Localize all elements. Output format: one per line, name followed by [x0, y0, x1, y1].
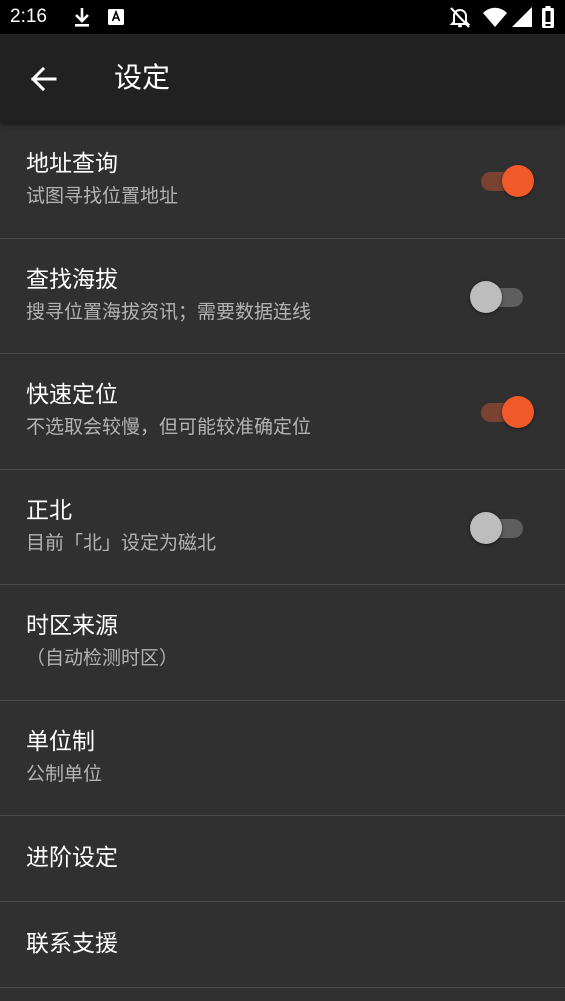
toggle-thumb [502, 396, 534, 428]
setting-unit-system[interactable]: 单位制 公制单位 [0, 701, 565, 816]
setting-timezone-source[interactable]: 时区来源 （自动检测时区） [0, 585, 565, 701]
setting-summary: 不选取会较慢，但可能较准确定位 [26, 416, 312, 438]
battery-icon [542, 6, 554, 28]
true-north-toggle[interactable] [470, 510, 536, 546]
setting-summary: 搜寻位置海拔资讯；需要数据连线 [26, 300, 312, 323]
setting-title: 进阶设定 [26, 845, 118, 871]
setting-summary: 公制单位 [26, 762, 103, 785]
setting-true-north[interactable]: 正北 目前「北」设定为磁北 [0, 470, 565, 585]
setting-title: 单位制 [26, 728, 95, 755]
setting-summary: （自动检测时区） [26, 647, 179, 669]
toggle-thumb [470, 511, 502, 544]
setting-contact-support[interactable]: 联系支援 [0, 902, 565, 988]
setting-title: 地址查询 [26, 151, 118, 177]
setting-summary: 试图寻找位置地址 [26, 185, 179, 207]
wifi-icon [483, 7, 507, 27]
setting-title: 联系支援 [26, 931, 118, 957]
setting-find-altitude[interactable]: 查找海拔 搜寻位置海拔资讯；需要数据连线 [0, 239, 565, 354]
app-notification-icon [108, 9, 124, 25]
toggle-thumb [502, 165, 534, 197]
signal-icon [512, 7, 532, 27]
address-lookup-toggle[interactable] [470, 163, 536, 199]
fast-location-toggle[interactable] [470, 394, 536, 430]
arrow-back-icon [30, 66, 57, 92]
setting-title: 快速定位 [26, 382, 118, 408]
back-button[interactable] [20, 56, 66, 102]
setting-address-lookup[interactable]: 地址查询 试图寻找位置地址 [0, 123, 565, 239]
status-time: 2:16 [10, 6, 47, 27]
setting-title: 查找海拔 [26, 266, 118, 293]
setting-advanced[interactable]: 进阶设定 [0, 816, 565, 902]
page-title: 设定 [114, 61, 171, 94]
status-bar: 2:16 [0, 0, 565, 34]
setting-title: 正北 [26, 497, 72, 524]
settings-screen: 2:16 设定 地址查询 试图寻找位置地址 查找海拔 搜寻位置海拔资讯；需要数据… [0, 0, 565, 1001]
app-bar: 设定 [0, 34, 565, 123]
download-icon [75, 8, 89, 27]
setting-fast-location[interactable]: 快速定位 不选取会较慢，但可能较准确定位 [0, 354, 565, 470]
settings-list: 地址查询 试图寻找位置地址 查找海拔 搜寻位置海拔资讯；需要数据连线 快速定位 … [0, 123, 565, 988]
setting-summary: 目前「北」设定为磁北 [26, 531, 217, 554]
notifications-off-icon [449, 7, 471, 28]
find-altitude-toggle[interactable] [470, 279, 536, 315]
setting-title: 时区来源 [26, 613, 118, 639]
toggle-thumb [470, 280, 502, 313]
